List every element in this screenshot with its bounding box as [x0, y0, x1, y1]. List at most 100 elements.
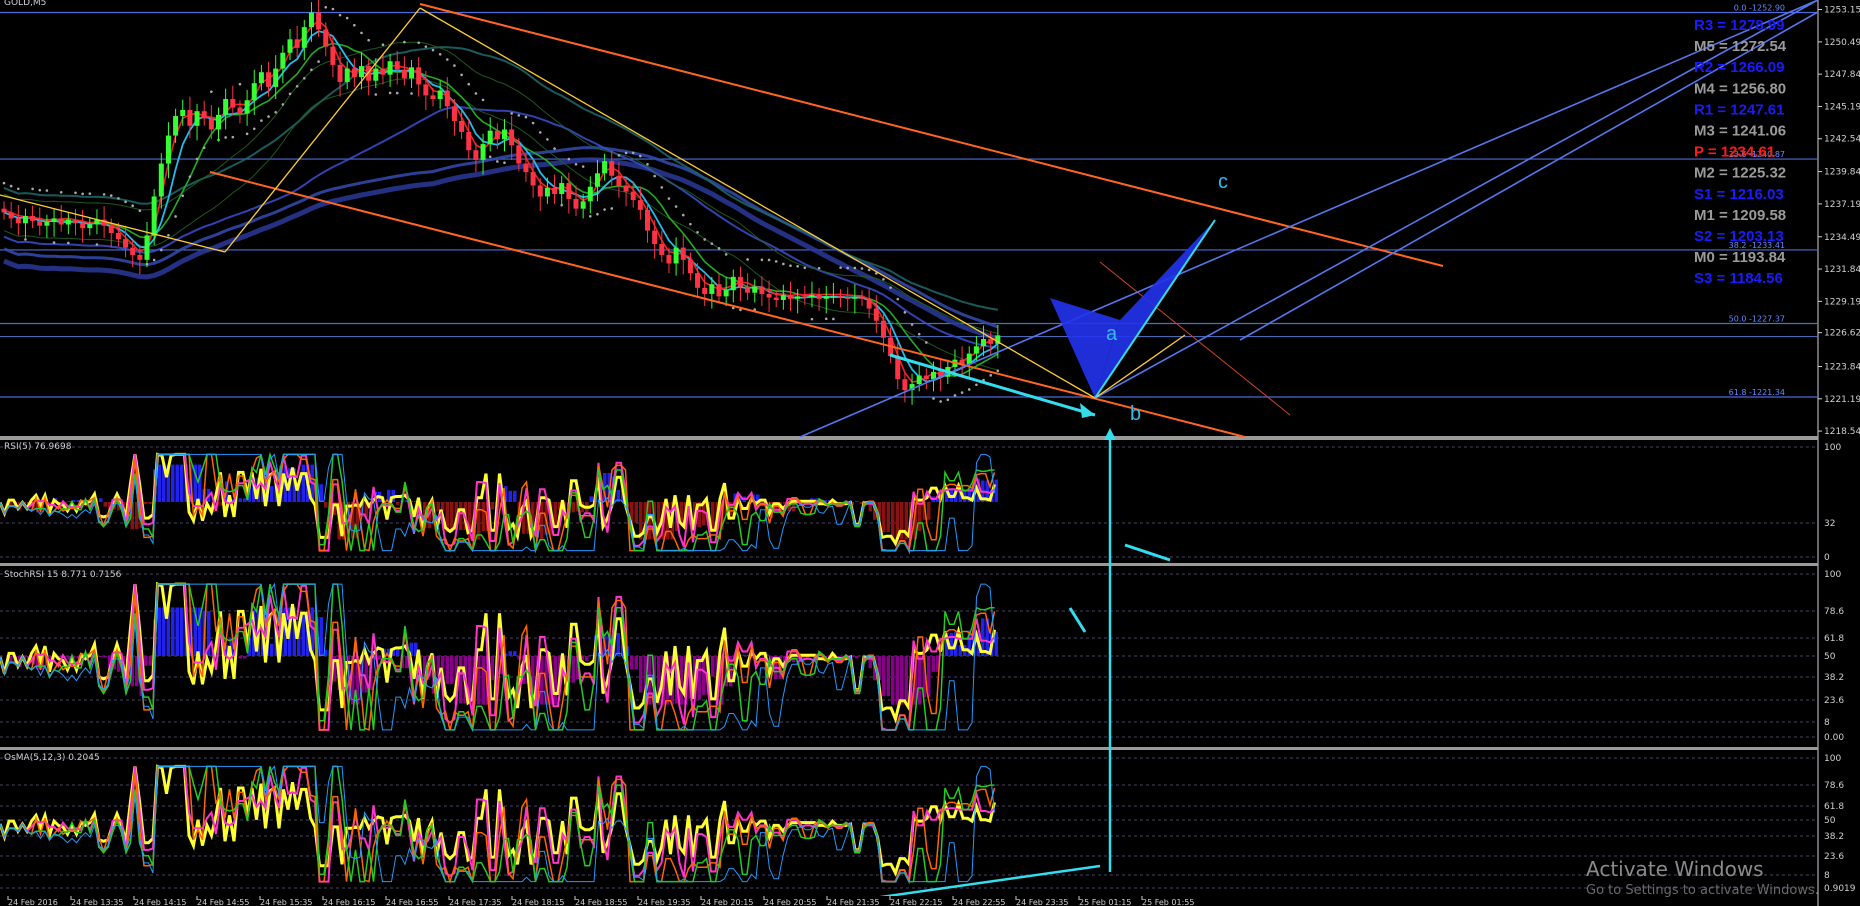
sar-dot	[810, 317, 814, 321]
pattern-label-b: b	[1130, 403, 1141, 425]
indicator-axis-label: 50	[1824, 816, 1836, 826]
sar-dot	[538, 131, 542, 134]
zigzag-line	[419, 7, 1096, 399]
histogram-bar	[886, 656, 890, 697]
sar-dot	[2, 181, 6, 185]
time-axis-label: 25 Feb 01:15	[1079, 898, 1131, 906]
candle-body	[687, 259, 693, 274]
sar-dot	[367, 38, 370, 42]
candle-body	[902, 379, 908, 391]
sar-dot	[438, 52, 442, 56]
candle-body	[609, 161, 615, 176]
histogram-bar	[270, 643, 274, 656]
sar-dot	[832, 317, 835, 321]
candle-body	[123, 239, 129, 248]
candle-body	[737, 276, 743, 287]
histogram-bar	[553, 656, 557, 705]
time-axis-label: 24 Feb 2016	[8, 898, 58, 906]
histogram-bar	[301, 464, 305, 502]
sar-dot	[67, 241, 70, 245]
candle-body	[373, 68, 379, 81]
histogram-bar	[837, 656, 841, 658]
histogram-bar	[630, 656, 634, 670]
price-axis-label: 1245.19	[1824, 102, 1860, 112]
pivot-level-label: M0 = 1193.84	[1694, 249, 1786, 266]
sar-dot	[574, 162, 578, 166]
sar-dot	[531, 121, 535, 125]
panel-separator[interactable]	[0, 747, 1818, 750]
candle-body	[673, 247, 679, 264]
indicator-axis-label: 50	[1824, 652, 1836, 662]
panel-separator[interactable]	[0, 436, 1818, 440]
candle-body	[637, 200, 643, 210]
stoch-rsi-panel[interactable]	[0, 573, 1818, 738]
candle-body	[544, 187, 550, 197]
histogram-bar	[238, 656, 242, 659]
osma-panel[interactable]	[0, 757, 1818, 900]
candle-body	[809, 295, 815, 298]
sar-dot	[317, 60, 320, 63]
histogram-bar	[540, 656, 544, 705]
osma-label: OsMA(5,12,3) 0.2045	[4, 753, 100, 763]
stoch-rsi-label: StochRSI 15 8.771 0.7156	[4, 570, 122, 580]
sar-dot	[925, 341, 928, 344]
vertical-marker-line[interactable]	[1104, 428, 1116, 872]
sar-dot	[310, 68, 313, 72]
candle-body	[230, 99, 236, 108]
sar-dot	[303, 77, 306, 80]
sar-dot	[896, 297, 900, 301]
histogram-bar	[927, 502, 931, 520]
sar-dot	[446, 58, 449, 61]
sar-dot	[867, 268, 871, 272]
time-axis-label: 24 Feb 20:55	[764, 898, 816, 906]
candle-body	[244, 100, 250, 114]
candle-body	[73, 219, 78, 224]
sar-dot	[510, 112, 513, 115]
indicator-axis-label: 8	[1824, 871, 1830, 881]
sar-dot	[760, 258, 764, 262]
candle-body	[723, 290, 729, 297]
main-price-panel[interactable]: 0.0 -1252.9023.6 -1240.8738.2 -1233.4150…	[0, 4, 1818, 403]
drawing-objects[interactable]	[0, 0, 1818, 437]
candle-body	[430, 95, 436, 100]
histogram-bar	[175, 607, 179, 656]
candle-body	[258, 72, 264, 84]
sar-dot	[846, 266, 849, 270]
rsi-panel[interactable]	[0, 446, 1818, 562]
candle-body	[716, 284, 722, 297]
sar-dot	[381, 43, 385, 47]
price-axis-label: 1239.84	[1824, 168, 1860, 178]
candle-body	[795, 296, 801, 299]
candle-body	[223, 99, 229, 115]
candle-body	[523, 163, 529, 173]
candle-body	[423, 84, 429, 96]
sar-dot	[474, 92, 478, 95]
indicator-axis-label: 0.00	[1824, 733, 1844, 743]
sar-dot	[181, 194, 185, 198]
histogram-bar	[103, 656, 107, 658]
histogram-bar	[445, 656, 449, 684]
histogram-bar	[585, 656, 589, 661]
time-axis-label: 24 Feb 18:55	[575, 898, 627, 906]
candle-body	[451, 106, 457, 121]
pitchfork-line-left	[799, 0, 1818, 437]
time-axis-label: 24 Feb 21:35	[827, 898, 879, 906]
candle-body	[87, 224, 93, 229]
histogram-bar	[477, 502, 481, 540]
candle-body	[923, 375, 929, 380]
sar-dot	[424, 45, 428, 48]
sar-dot	[324, 6, 328, 9]
candle-body	[537, 185, 543, 197]
candle-body	[580, 201, 586, 209]
price-axis-label: 1250.49	[1824, 38, 1860, 48]
histogram-bar	[855, 656, 859, 659]
candle-body	[981, 338, 987, 347]
panel-separator[interactable]	[0, 563, 1818, 566]
histogram-bar	[319, 617, 323, 656]
sar-dot	[639, 154, 642, 158]
trading-chart[interactable]: 0.0 -1252.9023.6 -1240.8738.2 -1233.4150…	[0, 0, 1860, 906]
pivot-level-label: R3 = 1278.99	[1694, 17, 1785, 34]
histogram-bar	[180, 464, 184, 502]
histogram-bar	[918, 656, 922, 705]
histogram-bar	[459, 656, 463, 704]
